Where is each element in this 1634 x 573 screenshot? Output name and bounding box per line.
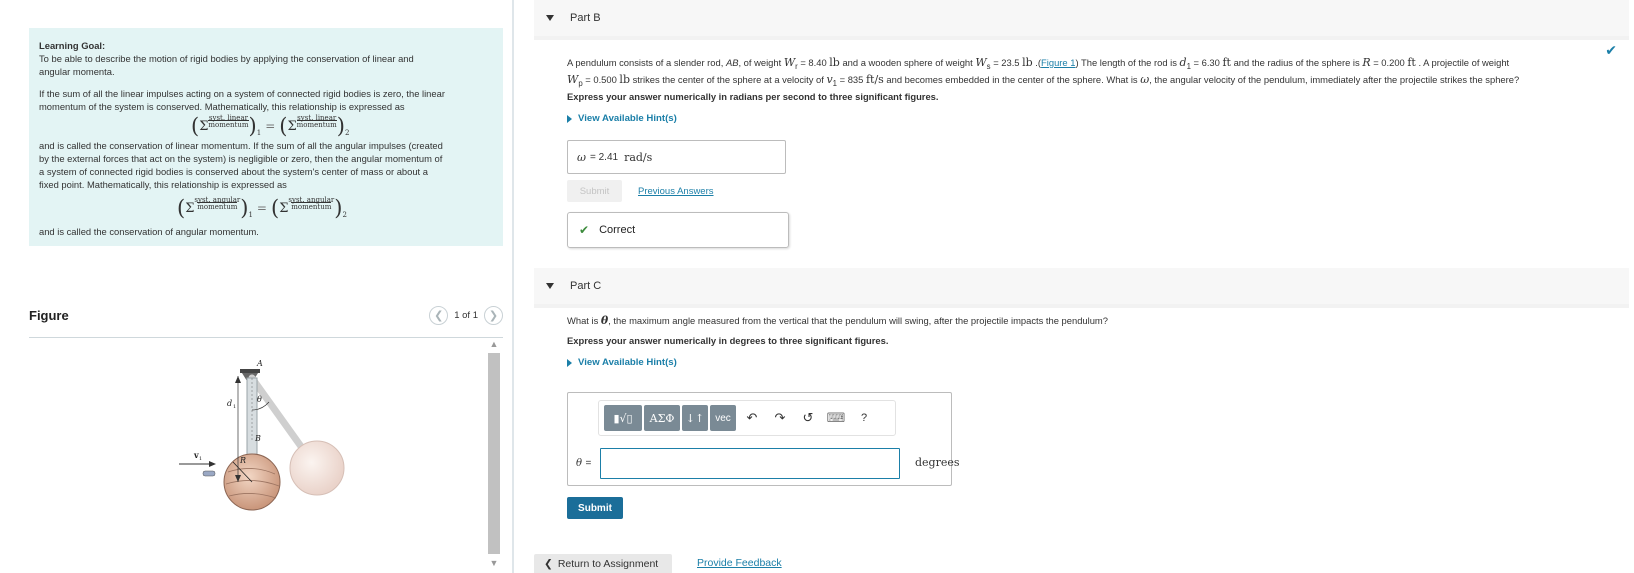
checkmark-icon: ✔ [579, 223, 590, 237]
label-B: B [254, 434, 261, 443]
velocity-arrowhead [209, 461, 216, 467]
return-to-assignment-button[interactable]: ❮ Return to Assignment [534, 554, 672, 573]
triangle-right-icon [567, 358, 572, 367]
part-b-title: Part B [570, 12, 601, 24]
part-c-body: What is θ, the maximum angle measured fr… [534, 304, 1629, 544]
pendulum-figure: A B θ d 1 R v 1 [179, 359, 345, 511]
part-b-submit-button[interactable]: Submit [567, 180, 622, 202]
linear-momentum-paragraph: If the sum of all the linear impulses ac… [39, 88, 445, 112]
label-R: R [239, 456, 246, 465]
scroll-down-icon[interactable]: ▼ [487, 556, 501, 570]
learning-goal-title: Learning Goal: [39, 40, 106, 51]
math-editor: ▮√▯ ΑΣΦ ↓↑ vec ↶ ↷ ↺ ⌨ ? θ = degrees [567, 392, 960, 486]
part-c-submit-button[interactable]: Submit [567, 497, 623, 519]
label-v1-sub: 1 [199, 456, 202, 462]
label-theta: θ [257, 395, 262, 404]
figure-pager: ❮ 1 of 1 ❯ [429, 306, 503, 325]
chevron-left-icon: ❮ [544, 557, 553, 570]
left-pane: Learning Goal: To be able to describe th… [0, 0, 512, 573]
scroll-up-icon[interactable]: ▲ [487, 337, 501, 351]
correct-feedback: ✔ Correct [567, 212, 789, 248]
conservation-angular-text: and is called the conservation of angula… [39, 226, 259, 237]
part-b-hint-link[interactable]: View Available Hint(s) [567, 113, 677, 124]
learning-goal-box: Learning Goal: To be able to describe th… [29, 28, 503, 246]
swung-sphere [289, 440, 345, 496]
label-d1-sub: 1 [233, 404, 236, 410]
part-c-instruction: Express your answer numerically in degre… [567, 335, 889, 346]
learning-goal-text: To be able to describe the motion of rig… [39, 53, 414, 77]
provide-feedback-link[interactable]: Provide Feedback [697, 557, 782, 569]
part-c-header[interactable]: Part C [534, 268, 1629, 304]
part-b-answer-box: ω = 2.41 rad/s [567, 140, 786, 174]
prev-figure-button[interactable]: ❮ [429, 306, 449, 325]
caret-down-icon [546, 15, 554, 21]
undo-icon[interactable]: ↶ [738, 405, 766, 431]
figure-1-link[interactable]: Figure 1 [1041, 57, 1075, 68]
degrees-unit-label: degrees [915, 456, 960, 469]
chevron-right-icon: ❯ [488, 310, 499, 322]
d1-arrow-top [235, 376, 241, 383]
support-bracket [240, 369, 260, 373]
label-A: A [256, 359, 263, 368]
part-b-problem-text: A pendulum consists of a slender rod, AB… [567, 56, 1520, 88]
label-d1: d [227, 399, 232, 408]
figure-scrollbar[interactable]: ▲ ▼ [487, 337, 501, 570]
part-c-question: What is θ, the maximum angle measured fr… [567, 314, 1108, 327]
vector-button[interactable]: vec [710, 405, 736, 431]
templates-button[interactable]: ▮√▯ [604, 405, 642, 431]
help-icon[interactable]: ? [850, 405, 878, 431]
linear-momentum-equation: (Σ syst. linear momentum ) 1 = (Σ syst. li… [191, 113, 350, 138]
figure-header: Figure ❮ 1 of 1 ❯ [29, 306, 503, 338]
math-toolbar: ▮√▯ ΑΣΦ ↓↑ vec ↶ ↷ ↺ ⌨ ? [598, 400, 896, 436]
next-figure-button[interactable]: ❯ [484, 306, 503, 325]
caret-down-icon [546, 283, 554, 289]
greek-symbols-button[interactable]: ΑΣΦ [644, 405, 680, 431]
answer-value: 2.41 [598, 151, 619, 163]
part-c-hint-link[interactable]: View Available Hint(s) [567, 357, 677, 368]
part-b-instruction: Express your answer numerically in radia… [567, 91, 939, 102]
chevron-left-icon: ❮ [434, 310, 444, 322]
angular-momentum-equation: (Σ syst. angular momentum ) 1 = (Σ syst. a… [177, 195, 347, 220]
triangle-right-icon [567, 114, 572, 123]
keyboard-icon[interactable]: ⌨ [822, 405, 850, 431]
figure-title: Figure [29, 308, 69, 323]
scroll-thumb[interactable] [488, 353, 500, 554]
part-b-header[interactable]: Part B [534, 0, 1629, 36]
projectile [202, 470, 216, 477]
theta-answer-input[interactable] [600, 448, 900, 479]
figure-page-count: 1 of 1 [454, 310, 478, 321]
arrows-button[interactable]: ↓↑ [682, 405, 708, 431]
reset-icon[interactable]: ↺ [794, 405, 822, 431]
part-b-body: ✔ A pendulum consists of a slender rod, … [534, 36, 1629, 268]
pane-divider[interactable] [512, 0, 514, 573]
angular-momentum-paragraph: and is called the conservation of linear… [39, 140, 443, 190]
previous-answers-link[interactable]: Previous Answers [638, 186, 714, 197]
redo-icon[interactable]: ↷ [766, 405, 794, 431]
part-c-title: Part C [570, 280, 602, 292]
theta-label: θ = [576, 458, 592, 469]
